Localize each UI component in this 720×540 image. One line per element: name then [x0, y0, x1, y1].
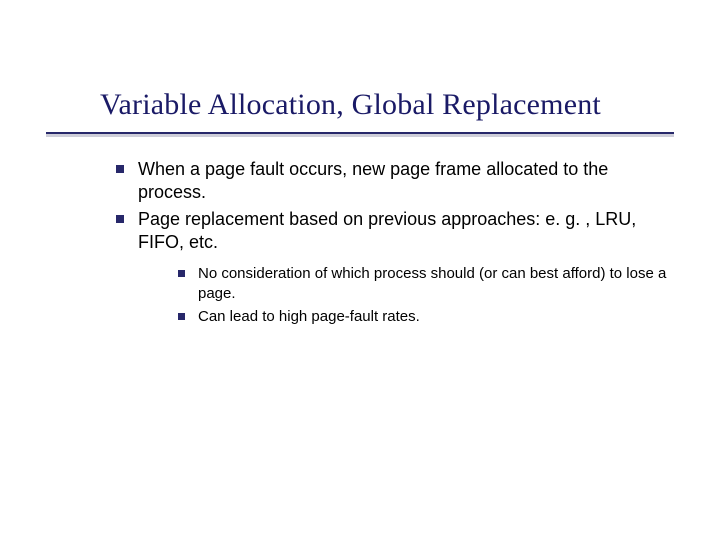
slide: Variable Allocation, Global Replacement …: [0, 0, 720, 540]
bullet-text: When a page fault occurs, new page frame…: [138, 159, 608, 202]
slide-title: Variable Allocation, Global Replacement: [100, 88, 601, 122]
title-block: Variable Allocation, Global Replacement: [100, 88, 601, 122]
bullet-text: Page replacement based on previous appro…: [138, 209, 636, 252]
bullet-text: Can lead to high page-fault rates.: [198, 308, 420, 325]
bullet-list-level2: No consideration of which process should…: [138, 264, 670, 327]
body-content: When a page fault occurs, new page frame…: [110, 158, 670, 331]
bullet-text: No consideration of which process should…: [198, 265, 666, 302]
bullet-list-level1: When a page fault occurs, new page frame…: [110, 158, 670, 327]
list-item: No consideration of which process should…: [174, 264, 670, 303]
title-underline-shadow: [46, 134, 674, 137]
list-item: Page replacement based on previous appro…: [110, 208, 670, 327]
list-item: Can lead to high page-fault rates.: [174, 307, 670, 327]
list-item: When a page fault occurs, new page frame…: [110, 158, 670, 204]
